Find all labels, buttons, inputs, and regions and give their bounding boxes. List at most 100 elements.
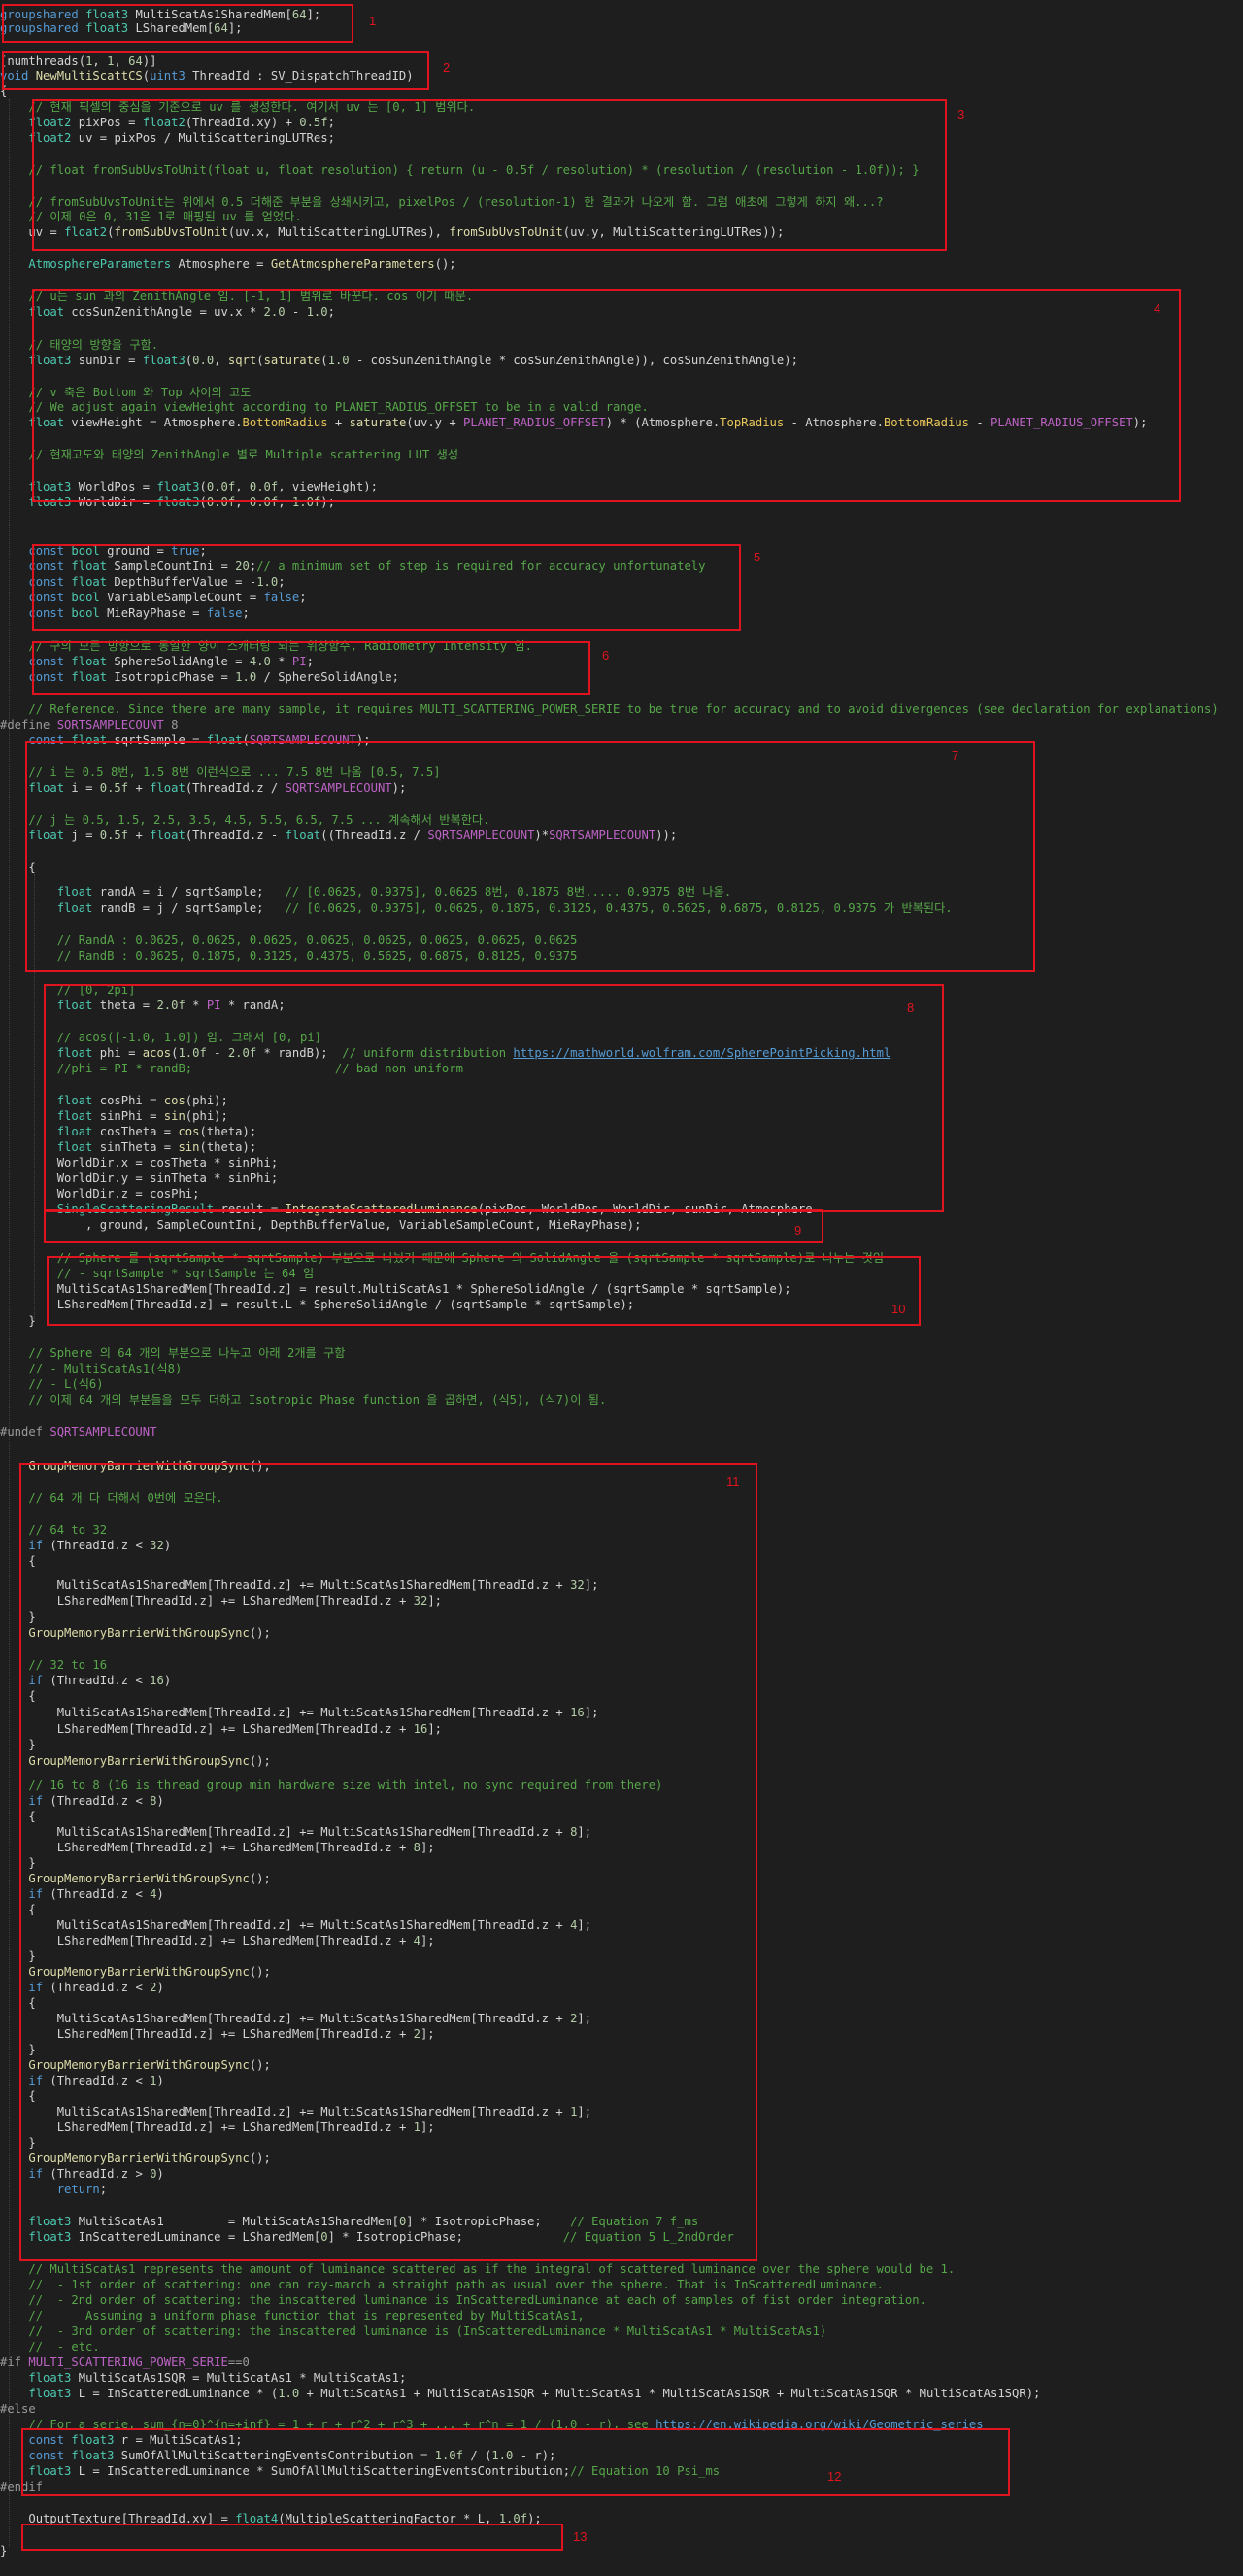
code-line[interactable]: GroupMemoryBarrierWithGroupSync(); — [0, 1964, 1243, 1980]
code-line[interactable]: GroupMemoryBarrierWithGroupSync(); — [0, 1625, 1243, 1641]
code-line[interactable]: GroupMemoryBarrierWithGroupSync(); — [0, 2151, 1243, 2166]
code-line[interactable]: return; — [0, 2182, 1243, 2197]
code-line[interactable]: #undef SQRTSAMPLECOUNT — [0, 1424, 1243, 1440]
code-line[interactable]: //phi = PI * randB; // bad non uniform — [0, 1061, 1243, 1076]
code-line[interactable]: #if MULTI_SCATTERING_POWER_SERIE==0 — [0, 2355, 1243, 2370]
code-line[interactable]: // - 2nd order of scattering: the inscat… — [0, 2292, 1243, 2308]
code-line[interactable]: } — [0, 1610, 1243, 1625]
code-line[interactable]: { — [0, 1902, 1243, 1917]
code-line[interactable]: // - 3nd order of scattering: the inscat… — [0, 2323, 1243, 2339]
code-line[interactable]: float3 WorldDir = float3(0.0f, 0.0f, 1.0… — [0, 494, 1243, 510]
code-line[interactable]: } — [0, 1855, 1243, 1871]
code-line[interactable]: const bool VariableSampleCount = false; — [0, 590, 1243, 605]
code-line[interactable]: // Sphere 의 64 개의 부분으로 나누고 아래 2개를 구함 — [0, 1345, 1243, 1361]
code-line[interactable]: // Assuming a uniform phase function tha… — [0, 2308, 1243, 2323]
code-line[interactable]: { — [0, 2088, 1243, 2104]
code-line[interactable]: const bool MieRayPhase = false; — [0, 605, 1243, 621]
code-line[interactable]: const float sqrtSample = float(SQRTSAMPL… — [0, 732, 1243, 748]
code-line[interactable]: // 32 to 16 — [0, 1657, 1243, 1673]
code-line[interactable]: MultiScatAs1SharedMem[ThreadId.z] += Mul… — [0, 1824, 1243, 1840]
code-line[interactable]: void NewMultiScattCS(uint3 ThreadId : SV… — [0, 68, 1243, 84]
code-line[interactable]: if (ThreadId.z < 32) — [0, 1538, 1243, 1553]
code-line[interactable]: { — [0, 1688, 1243, 1704]
code-line[interactable]: #endif — [0, 2479, 1243, 2494]
code-line[interactable]: // We adjust again viewHeight according … — [0, 399, 1243, 415]
code-line[interactable]: const float DepthBufferValue = -1.0; — [0, 574, 1243, 590]
code-line[interactable]: // - 1st order of scattering: one can ra… — [0, 2277, 1243, 2292]
code-line[interactable]: // acos([-1.0, 1.0]) 임. 그래서 [0, pi] — [0, 1030, 1243, 1045]
code-line[interactable]: GroupMemoryBarrierWithGroupSync(); — [0, 2057, 1243, 2073]
code-line[interactable]: { — [0, 860, 1243, 875]
code-line[interactable]: float viewHeight = Atmosphere.BottomRadi… — [0, 415, 1243, 430]
code-line[interactable]: const float3 r = MultiScatAs1; — [0, 2432, 1243, 2448]
code-line[interactable]: float3 sunDir = float3(0.0, sqrt(saturat… — [0, 353, 1243, 368]
code-line[interactable]: float2 uv = pixPos / MultiScatteringLUTR… — [0, 130, 1243, 146]
code-line[interactable]: SingleScatteringResult result = Integrat… — [0, 1202, 1243, 1217]
code-line[interactable]: // v 축은 Bottom 와 Top 사이의 고도 — [0, 385, 1243, 400]
code-line[interactable]: float cosPhi = cos(phi); — [0, 1093, 1243, 1108]
code-line[interactable]: // 이제 64 개의 부분들을 모두 더하고 Isotropic Phase … — [0, 1392, 1243, 1407]
code-line[interactable]: float randB = j / sqrtSample; // [0.0625… — [0, 900, 1243, 916]
code-line[interactable]: const float IsotropicPhase = 1.0 / Spher… — [0, 669, 1243, 685]
code-line[interactable]: // float fromSubUvsToUnit(float u, float… — [0, 162, 1243, 178]
code-line[interactable]: } — [0, 2135, 1243, 2151]
code-line[interactable]: float j = 0.5f + float(ThreadId.z - floa… — [0, 828, 1243, 843]
code-line[interactable]: LSharedMem[ThreadId.z] += LSharedMem[Thr… — [0, 1933, 1243, 1949]
code-line[interactable]: float3 WorldPos = float3(0.0f, 0.0f, vie… — [0, 479, 1243, 494]
code-line[interactable]: float cosSunZenithAngle = uv.x * 2.0 - 1… — [0, 304, 1243, 320]
code-line[interactable]: const bool ground = true; — [0, 543, 1243, 559]
code-line[interactable]: float3 L = InScatteredLuminance * (1.0 +… — [0, 2386, 1243, 2401]
code-line[interactable]: #else — [0, 2401, 1243, 2417]
code-line[interactable]: float cosTheta = cos(theta); — [0, 1124, 1243, 1139]
code-line[interactable]: } — [0, 2042, 1243, 2057]
code-line[interactable]: GroupMemoryBarrierWithGroupSync(); — [0, 1871, 1243, 1886]
code-line[interactable]: } — [0, 1737, 1243, 1752]
code-line[interactable]: float3 InScatteredLuminance = LSharedMem… — [0, 2229, 1243, 2245]
code-line[interactable]: GroupMemoryBarrierWithGroupSync(); — [0, 1458, 1243, 1474]
code-line[interactable]: GroupMemoryBarrierWithGroupSync(); — [0, 1753, 1243, 1769]
code-line[interactable]: float phi = acos(1.0f - 2.0f * randB); /… — [0, 1045, 1243, 1061]
code-line[interactable]: MultiScatAs1SharedMem[ThreadId.z] += Mul… — [0, 1917, 1243, 1933]
code-line[interactable]: // 16 to 8 (16 is thread group min hardw… — [0, 1778, 1243, 1793]
code-line[interactable]: // 현재고도와 태양의 ZenithAngle 별로 Multiple sca… — [0, 447, 1243, 462]
code-line[interactable]: OutputTexture[ThreadId.xy] = float4(Mult… — [0, 2511, 1243, 2526]
code-line[interactable]: , ground, SampleCountIni, DepthBufferVal… — [0, 1217, 1243, 1233]
code-line[interactable]: #define SQRTSAMPLECOUNT 8 — [0, 717, 1243, 732]
code-line[interactable]: } — [0, 1949, 1243, 1964]
code-line[interactable]: // 64 to 32 — [0, 1522, 1243, 1538]
code-line[interactable]: if (ThreadId.z < 2) — [0, 1980, 1243, 1995]
code-line[interactable]: float randA = i / sqrtSample; // [0.0625… — [0, 884, 1243, 899]
code-line[interactable]: // Sphere 를 (sqrtSample * sqrtSample) 부분… — [0, 1250, 1243, 1266]
code-line[interactable]: // u는 sun 과의 ZenithAngle 임. [-1, 1] 범위로 … — [0, 288, 1243, 304]
code-line[interactable]: // Reference. Since there are many sampl… — [0, 701, 1243, 717]
code-line[interactable]: // i 는 0.5 8번, 1.5 8번 이런식으로 ... 7.5 8번 나… — [0, 764, 1243, 780]
code-line[interactable]: LSharedMem[ThreadId.z] += LSharedMem[Thr… — [0, 1593, 1243, 1609]
code-line[interactable]: // 이제 0은 0, 31은 1로 매핑된 uv 를 얻었다. — [0, 209, 1243, 224]
code-line[interactable]: // For a serie, sum_{n=0}^{n=+inf} = 1 +… — [0, 2417, 1243, 2432]
code-line[interactable]: } — [0, 1313, 1243, 1329]
code-line[interactable]: float3 L = InScatteredLuminance * SumOfA… — [0, 2463, 1243, 2479]
code-line[interactable]: float3 MultiScatAs1 = MultiScatAs1Shared… — [0, 2214, 1243, 2229]
code-line[interactable]: const float3 SumOfAllMultiScatteringEven… — [0, 2448, 1243, 2463]
code-line[interactable]: MultiScatAs1SharedMem[ThreadId.z] += Mul… — [0, 2011, 1243, 2026]
code-line[interactable]: // j 는 0.5, 1.5, 2.5, 3.5, 4.5, 5.5, 6.5… — [0, 812, 1243, 828]
code-line[interactable]: if (ThreadId.z < 16) — [0, 1673, 1243, 1688]
code-line[interactable]: LSharedMem[ThreadId.z] += LSharedMem[Thr… — [0, 1721, 1243, 1737]
code-line[interactable]: float3 MultiScatAs1SQR = MultiScatAs1 * … — [0, 2370, 1243, 2386]
code-line[interactable]: LSharedMem[ThreadId.z] += LSharedMem[Thr… — [0, 2026, 1243, 2042]
code-line[interactable]: WorldDir.x = cosTheta * sinPhi; — [0, 1155, 1243, 1170]
code-line[interactable]: LSharedMem[ThreadId.z] = result.L * Sphe… — [0, 1297, 1243, 1312]
code-line[interactable]: float sinTheta = sin(theta); — [0, 1139, 1243, 1155]
code-line[interactable]: LSharedMem[ThreadId.z] += LSharedMem[Thr… — [0, 2119, 1243, 2135]
code-line[interactable]: groupshared float3 LSharedMem[64]; — [0, 20, 1243, 36]
code-line[interactable]: const float SphereSolidAngle = 4.0 * PI; — [0, 654, 1243, 669]
code-line[interactable]: // - sqrtSample * sqrtSample 는 64 임 — [0, 1266, 1243, 1281]
code-line[interactable]: // - etc. — [0, 2339, 1243, 2355]
code-line[interactable]: MultiScatAs1SharedMem[ThreadId.z] += Mul… — [0, 1705, 1243, 1720]
code-line[interactable]: if (ThreadId.z < 8) — [0, 1793, 1243, 1809]
code-line[interactable]: { — [0, 1553, 1243, 1569]
code-line[interactable]: MultiScatAs1SharedMem[ThreadId.z] = resu… — [0, 1281, 1243, 1297]
code-line[interactable]: MultiScatAs1SharedMem[ThreadId.z] += Mul… — [0, 1577, 1243, 1593]
code-line[interactable]: MultiScatAs1SharedMem[ThreadId.z] += Mul… — [0, 2104, 1243, 2119]
code-line[interactable]: // 현재 픽셀의 중심을 기준으로 uv 를 생성한다. 여기서 uv 는 [… — [0, 99, 1243, 115]
